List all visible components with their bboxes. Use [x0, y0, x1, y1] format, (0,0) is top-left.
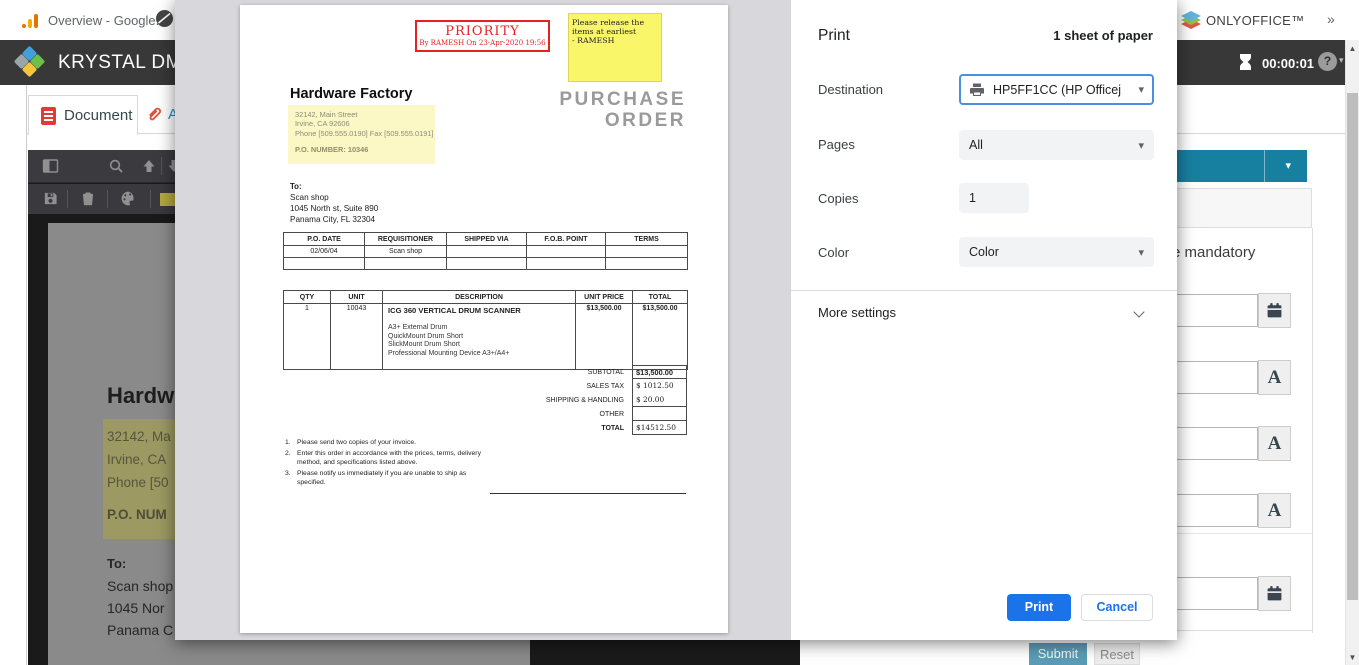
onlyoffice-icon[interactable] — [1180, 10, 1202, 37]
calendar-picker-button[interactable] — [1258, 293, 1291, 328]
palette-icon[interactable] — [120, 190, 137, 207]
pages-dropdown[interactable]: All ▾ — [959, 130, 1154, 160]
action-bar-caret-icon[interactable]: ▾ — [1285, 159, 1291, 172]
po-totals: SUBTOTAL $13,500.00 SALES TAX $ 1012.50 … — [477, 365, 687, 435]
color-value: Color — [969, 245, 999, 259]
print-dialog: PRIORITY By RAMESH On 23-Apr-2020 19:56 … — [175, 0, 1177, 640]
print-preview-pane: PRIORITY By RAMESH On 23-Apr-2020 19:56 … — [175, 0, 790, 640]
scroll-down-arrow[interactable]: ▼ — [1346, 653, 1359, 662]
globe-icon[interactable] — [155, 9, 174, 33]
tab-document-label: Document — [64, 107, 132, 124]
company-name: Hardware Factory — [290, 86, 413, 102]
purchase-order-title: PURCHASE ORDER — [559, 89, 686, 131]
dropdown-caret-icon: ▾ — [1138, 246, 1144, 259]
toolbar-separator — [67, 190, 68, 208]
dialog-buttons: Print Cancel — [1007, 594, 1153, 621]
help-caret-icon[interactable]: ▾ — [1339, 55, 1344, 66]
print-dialog-title: Print — [818, 27, 850, 45]
pages-value: All — [969, 138, 983, 152]
calendar-icon — [1266, 585, 1283, 602]
calendar-picker-button[interactable] — [1258, 576, 1291, 611]
session-timer: 00:00:01 — [1262, 56, 1314, 71]
text-field-icon: A — [1268, 500, 1282, 522]
paperclip-icon — [146, 106, 163, 123]
help-button[interactable]: ? — [1318, 52, 1337, 71]
left-gutter — [0, 85, 27, 665]
toolbar-separator — [161, 157, 162, 175]
text-type-button[interactable]: A — [1258, 493, 1291, 528]
browser-tab-title[interactable]: Overview - Google... — [48, 13, 167, 28]
priority-stamp: PRIORITY By RAMESH On 23-Apr-2020 19:56 — [415, 20, 550, 52]
sidebar-toggle-icon[interactable] — [42, 158, 59, 174]
toolbar-separator — [150, 190, 151, 208]
mandatory-note: e mandatory — [1172, 244, 1255, 261]
printer-icon — [969, 82, 985, 98]
color-label: Color — [818, 245, 849, 260]
copies-label: Copies — [818, 191, 858, 206]
color-dropdown[interactable]: Color ▾ — [959, 237, 1154, 267]
po-info-table: P.O. DATE REQUISITIONER SHIPPED VIA F.O.… — [283, 232, 688, 270]
analytics-icon — [22, 14, 40, 28]
copies-value: 1 — [969, 191, 976, 205]
dropdown-caret-icon: ▾ — [1138, 83, 1144, 96]
settings-divider — [791, 290, 1177, 291]
reset-button[interactable]: Reset — [1094, 643, 1140, 665]
destination-label: Destination — [818, 82, 883, 97]
dropdown-caret-icon: ▾ — [1138, 139, 1144, 152]
krystal-logo-icon — [16, 48, 44, 76]
pages-label: Pages — [818, 137, 855, 152]
submit-button[interactable]: Submit — [1029, 643, 1087, 665]
destination-dropdown[interactable]: HP5FF1CC (HP Officej ▾ — [959, 74, 1154, 105]
signature-line — [490, 493, 686, 494]
search-icon[interactable] — [108, 158, 124, 174]
sheet-count: 1 sheet of paper — [1053, 28, 1153, 43]
text-type-button[interactable]: A — [1258, 360, 1291, 395]
onlyoffice-label[interactable]: ONLYOFFICE™ — [1206, 13, 1304, 28]
print-button[interactable]: Print — [1007, 594, 1071, 621]
toolbar-separator — [107, 190, 108, 208]
more-settings-toggle[interactable]: More settings — [818, 305, 896, 320]
page-up-icon[interactable] — [141, 158, 157, 174]
po-items-table: QTY UNIT DESCRIPTION UNIT PRICE TOTAL 1 … — [283, 290, 688, 370]
destination-value: HP5FF1CC (HP Officej — [993, 83, 1121, 97]
cancel-button[interactable]: Cancel — [1081, 594, 1153, 621]
tab-document[interactable]: Document — [28, 95, 138, 135]
page-scrollbar[interactable]: ▲ ▼ — [1345, 40, 1359, 665]
chevron-down-icon[interactable] — [1135, 308, 1145, 318]
sticky-note: Please release the items at earliest - R… — [568, 13, 662, 82]
text-field-icon: A — [1268, 367, 1282, 389]
document-icon — [41, 107, 56, 125]
recipient-block: To: Scan shop 1045 North st, Suite 890 P… — [290, 181, 378, 225]
scrollbar-thumb[interactable] — [1347, 93, 1358, 600]
bg-to-block: To: Scan shop 1045 Nor Panama C — [107, 553, 173, 641]
po-number: P.O. NUMBER: 10346 — [295, 145, 435, 154]
copies-input[interactable]: 1 — [959, 183, 1029, 213]
form-panel-border — [1312, 228, 1313, 633]
text-field-icon: A — [1268, 433, 1282, 455]
po-notes: 1.Please send two copies of your invoice… — [285, 439, 485, 490]
calendar-icon — [1266, 302, 1283, 319]
bg-company-name: Hardw — [107, 383, 174, 409]
scroll-up-arrow[interactable]: ▲ — [1346, 44, 1359, 53]
trash-icon[interactable] — [80, 190, 96, 207]
purchase-order-page: PRIORITY By RAMESH On 23-Apr-2020 19:56 … — [240, 5, 728, 633]
text-type-button[interactable]: A — [1258, 426, 1291, 461]
company-address-highlight: 32142, Main Street Irvine, CA 92606 Phon… — [288, 105, 435, 164]
extensions-overflow-chevron[interactable]: » — [1327, 11, 1335, 27]
print-settings-pane: Print 1 sheet of paper Destination HP5FF… — [790, 0, 1177, 640]
action-bar-divider — [1264, 150, 1265, 182]
hourglass-icon — [1238, 53, 1253, 76]
save-icon[interactable] — [43, 191, 58, 206]
